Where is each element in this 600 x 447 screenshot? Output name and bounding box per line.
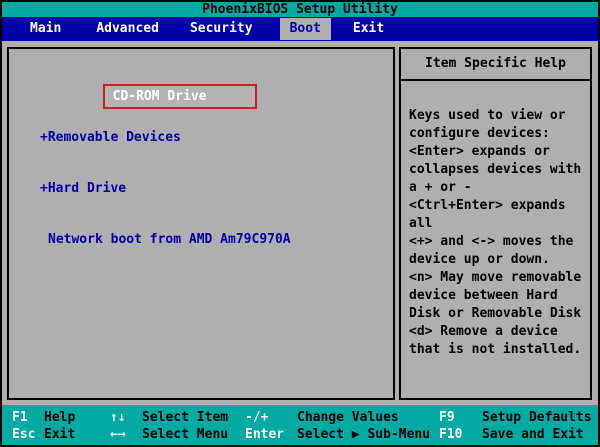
- key-enter: Enter: [245, 427, 285, 442]
- label-save-and-exit: Save and Exit: [482, 427, 584, 442]
- key-f10: F10: [439, 427, 463, 442]
- boot-item-removable-devices[interactable]: +Removable Devices: [40, 129, 393, 146]
- help-panel-text: Keys used to view or configure devices: …: [409, 108, 582, 357]
- boot-item-hard-drive[interactable]: +Hard Drive: [40, 180, 393, 197]
- key-f1: F1: [12, 410, 28, 425]
- label-select-sub-menu: Select ▶ Sub-Menu: [297, 427, 431, 442]
- bios-setup-screen: PhoenixBIOS Setup Utility Main Advanced …: [0, 0, 600, 447]
- key-legend-bar: F1 Help ↑↓ Select Item -/+ Change Values…: [2, 405, 598, 445]
- legend-row-1: F1 Help ↑↓ Select Item -/+ Change Values…: [2, 409, 598, 426]
- key-minus-plus: -/+: [245, 410, 269, 425]
- key-updown-arrows-icon: ↑↓: [110, 410, 126, 425]
- boot-priority-pane: CD-ROM Drive +Removable Devices +Hard Dr…: [7, 47, 395, 400]
- tab-security[interactable]: Security: [180, 18, 263, 40]
- label-exit: Exit: [44, 427, 76, 442]
- help-panel-title: Item Specific Help: [401, 49, 590, 81]
- key-leftright-arrows-icon: ←→: [110, 427, 126, 442]
- annotation-highlight-box: CD-ROM Drive: [102, 84, 257, 109]
- tab-main[interactable]: Main: [20, 18, 71, 40]
- label-select-menu: Select Menu: [142, 427, 229, 442]
- app-title: PhoenixBIOS Setup Utility: [202, 2, 398, 17]
- menu-bar: Main Advanced Security Boot Exit: [2, 17, 598, 41]
- item-specific-help-pane: Item Specific Help Keys used to view or …: [399, 47, 592, 400]
- key-esc: Esc: [12, 427, 36, 442]
- boot-item-network-boot[interactable]: Network boot from AMD Am79C970A: [40, 231, 393, 248]
- label-change-values: Change Values: [297, 410, 399, 425]
- boot-item-cdrom-drive[interactable]: CD-ROM Drive: [113, 89, 207, 104]
- title-bar: PhoenixBIOS Setup Utility: [2, 2, 598, 17]
- label-help: Help: [44, 410, 76, 425]
- label-setup-defaults: Setup Defaults: [482, 410, 592, 425]
- tab-exit[interactable]: Exit: [343, 18, 394, 40]
- key-f9: F9: [439, 410, 455, 425]
- legend-row-2: Esc Exit ←→ Select Menu Enter Select ▶ S…: [2, 426, 598, 443]
- label-select-item: Select Item: [142, 410, 229, 425]
- main-area: CD-ROM Drive +Removable Devices +Hard Dr…: [2, 41, 598, 405]
- tab-boot[interactable]: Boot: [279, 18, 331, 40]
- boot-device-list: CD-ROM Drive +Removable Devices +Hard Dr…: [9, 49, 393, 282]
- tab-advanced[interactable]: Advanced: [86, 18, 169, 40]
